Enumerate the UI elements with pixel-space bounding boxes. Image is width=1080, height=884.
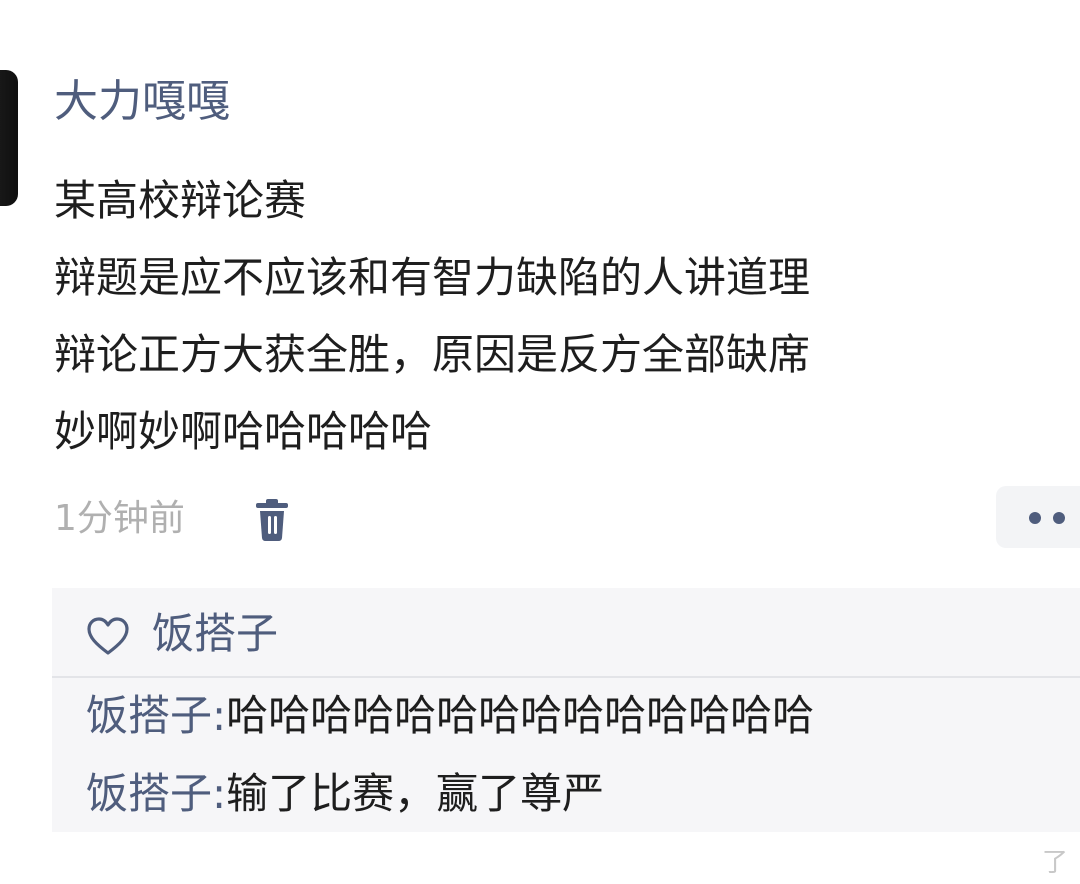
liker-name[interactable]: 饭搭子 <box>152 604 278 664</box>
interaction-panel: 饭搭子 饭搭子:哈哈哈哈哈哈哈哈哈哈哈哈哈哈 饭搭子:输了比赛，赢了尊严 <box>52 588 1080 832</box>
more-actions-button[interactable] <box>996 486 1080 548</box>
post-text-line: 妙啊妙啊哈哈哈哈哈 <box>54 407 433 456</box>
moment-post: 大力嘎嘎 某高校辩论赛 辩题是应不应该和有智力缺陷的人讲道理 辩论正方大获全胜，… <box>0 0 1080 884</box>
post-author-name[interactable]: 大力嘎嘎 <box>54 72 230 132</box>
comment-separator: : <box>212 691 227 740</box>
post-timestamp: 1分钟前 <box>54 498 185 539</box>
post-text-line: 某高校辩论赛 <box>54 176 307 225</box>
comment-item[interactable]: 饭搭子:哈哈哈哈哈哈哈哈哈哈哈哈哈哈 <box>86 686 814 746</box>
comment-user-name[interactable]: 饭搭子 <box>86 769 212 818</box>
post-content: 某高校辩论赛 辩题是应不应该和有智力缺陷的人讲道理 辩论正方大获全胜，原因是反方… <box>54 162 1080 470</box>
more-dots-icon <box>1029 512 1065 524</box>
post-text-line: 辩论正方大获全胜，原因是反方全部缺席 <box>54 330 811 379</box>
comment-text: 哈哈哈哈哈哈哈哈哈哈哈哈哈哈 <box>226 691 815 740</box>
post-text-line: 辩题是应不应该和有智力缺陷的人讲道理 <box>54 253 811 302</box>
comment-item[interactable]: 饭搭子:输了比赛，赢了尊严 <box>86 764 604 824</box>
trash-icon[interactable] <box>254 498 290 542</box>
divider <box>52 676 1080 678</box>
watermark-text: 了 <box>1041 848 1068 878</box>
heart-outline-icon[interactable] <box>86 616 130 656</box>
comment-separator: : <box>212 769 227 818</box>
comment-text: 输了比赛，赢了尊严 <box>226 769 605 818</box>
avatar[interactable] <box>0 70 18 206</box>
comment-user-name[interactable]: 饭搭子 <box>86 691 212 740</box>
